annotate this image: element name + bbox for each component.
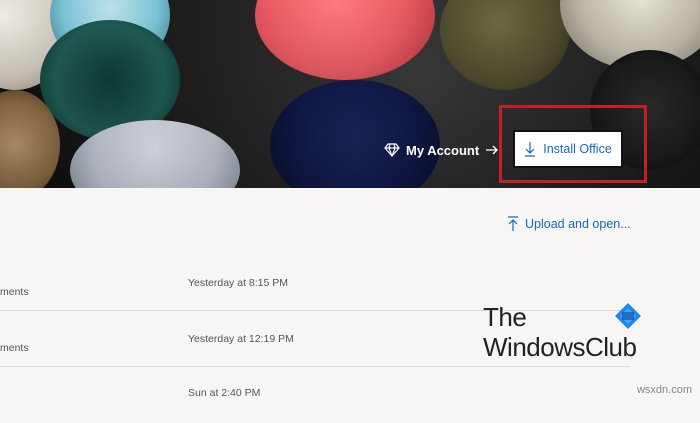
file-row[interactable]: ments Yesterday at 8:15 PM	[0, 255, 630, 311]
upload-icon	[508, 216, 518, 231]
file-row[interactable]: Sun at 2:40 PM	[0, 367, 630, 423]
windowsclub-logo-icon	[615, 303, 641, 329]
upload-and-open-label: Upload and open...	[525, 217, 631, 231]
file-modified-time: Yesterday at 12:19 PM	[188, 333, 294, 345]
diamond-icon	[384, 143, 400, 157]
recent-files-area: Upload and open... ments Yesterday at 8:…	[0, 188, 700, 400]
download-icon	[525, 142, 536, 157]
my-account-label: My Account	[406, 142, 480, 158]
watermark-line2: WindowsClub	[483, 332, 637, 362]
my-account-link[interactable]: My Account	[384, 141, 499, 159]
arrow-right-icon	[486, 145, 499, 155]
install-office-button[interactable]: Install Office	[513, 130, 623, 168]
site-watermark: wsxdn.com	[636, 384, 692, 396]
file-location: ments	[0, 286, 29, 298]
upload-and-open-link[interactable]: Upload and open...	[507, 216, 631, 232]
file-location: ments	[0, 342, 29, 354]
file-modified-time: Sun at 2:40 PM	[188, 387, 261, 399]
file-modified-time: Yesterday at 8:15 PM	[188, 277, 289, 289]
watermark-line1: The	[483, 302, 527, 332]
install-office-label: Install Office	[543, 142, 612, 156]
